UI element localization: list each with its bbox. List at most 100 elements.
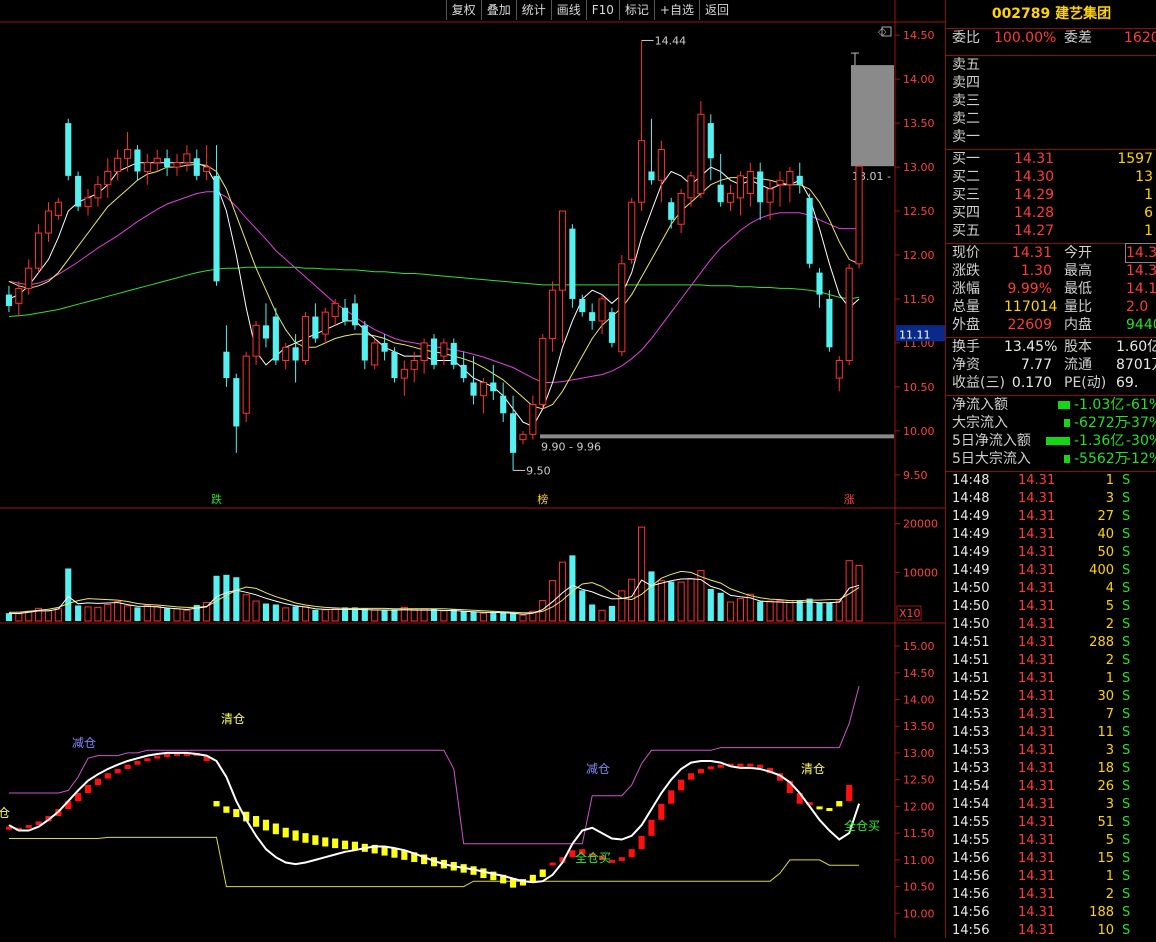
toolbar-button[interactable]: 统计	[515, 0, 551, 20]
indicator-bar	[678, 779, 685, 791]
indicator-bar	[836, 801, 843, 807]
volume-bar-down	[361, 608, 368, 621]
toolbar-button[interactable]: 画线	[550, 0, 586, 20]
tick-list[interactable]: 14:48 14.31 1 S 14:48 14.31 3 S 14:49 14.31 27 S 14:…	[946, 472, 1156, 938]
stock-title[interactable]: 002789 建艺集团	[946, 0, 1156, 29]
indicator-bar	[737, 763, 744, 767]
volume-bar-down	[391, 609, 398, 621]
tick-row[interactable]: 14:56 14.31 2 S	[946, 886, 1156, 904]
tick-side: S	[1122, 725, 1131, 740]
buy-row[interactable]: 买五 14.27 1	[946, 222, 1156, 240]
candle-body-up	[104, 170, 112, 186]
flow-label: 大宗流入	[952, 415, 1008, 431]
candle-body-up	[845, 267, 853, 362]
tick-row[interactable]: 14:56 14.31 188 S	[946, 904, 1156, 922]
volume-bar-up	[598, 609, 606, 622]
flow-label: 5日大宗流入	[952, 451, 1031, 467]
tick-row[interactable]: 14:51 14.31 1 S	[946, 670, 1156, 688]
tick-row[interactable]: 14:53 14.31 7 S	[946, 706, 1156, 724]
event-marker: 涨	[844, 493, 855, 506]
tick-row[interactable]: 14:56 14.31 1 S	[946, 868, 1156, 886]
buy-row[interactable]: 买三 14.29 1	[946, 186, 1156, 204]
tick-row[interactable]: 14:49 14.31 40 S	[946, 526, 1156, 544]
chart-area[interactable]: 复权 叠加 统计 画线 F10 标记 +自选 返回 14.50 14.00 13.50 13.00 1…	[0, 0, 945, 938]
volume-bar-up	[519, 614, 527, 622]
indicator-bar	[668, 790, 675, 804]
volume-bar-down	[65, 568, 72, 621]
candle-body-up	[776, 179, 784, 186]
sell-level-label: 卖三	[952, 93, 980, 109]
indicator-bar	[658, 803, 665, 820]
tick-row[interactable]: 14:48 14.31 3 S	[946, 490, 1156, 508]
tick-row[interactable]: 14:54 14.31 26 S	[946, 778, 1156, 796]
tick-row[interactable]: 14:53 14.31 3 S	[946, 742, 1156, 760]
tick-side: S	[1122, 923, 1131, 938]
tick-price: 14.31	[1018, 725, 1056, 740]
tick-price: 14.31	[1018, 545, 1056, 560]
candle-body-up	[242, 355, 250, 414]
tick-volume: 15	[1097, 851, 1114, 866]
tick-row[interactable]: 14:50 14.31 2 S	[946, 616, 1156, 634]
tick-row[interactable]: 14:51 14.31 2 S	[946, 652, 1156, 670]
indicator-bar	[302, 833, 309, 843]
price-tick-label: 12.50	[903, 205, 935, 218]
toolbar-button[interactable]: 叠加	[480, 0, 516, 20]
volume-bar-down	[292, 606, 299, 621]
candle-body-down	[430, 338, 438, 365]
limit-range-box	[851, 65, 894, 167]
toolbar-button[interactable]: +自选	[653, 0, 699, 20]
tick-side: S	[1122, 635, 1131, 650]
toolbar-button[interactable]: F10	[585, 0, 619, 20]
tick-time: 14:49	[952, 545, 990, 560]
volume-bar-up	[726, 601, 735, 622]
tick-row[interactable]: 14:49 14.31 400 S	[946, 562, 1156, 580]
buy-row[interactable]: 买一 14.31 1597	[946, 150, 1156, 168]
toolbar-button[interactable]: 复权	[445, 0, 481, 20]
flow-bar	[1046, 437, 1070, 445]
tick-volume: 400	[1089, 563, 1114, 578]
indicator-bar	[312, 835, 319, 845]
tick-price: 14.31	[1018, 743, 1056, 758]
tick-volume: 26	[1097, 779, 1114, 794]
tick-time: 14:49	[952, 563, 990, 578]
tick-row[interactable]: 14:55 14.31 51 S	[946, 814, 1156, 832]
tick-side: S	[1122, 617, 1131, 632]
buy-row[interactable]: 买二 14.30 13	[946, 168, 1156, 186]
buy-volume: 1597	[1117, 151, 1153, 167]
tick-time: 14:53	[952, 725, 990, 740]
tick-row[interactable]: 14:50 14.31 4 S	[946, 580, 1156, 598]
tick-row[interactable]: 14:54 14.31 3 S	[946, 796, 1156, 814]
tick-volume: 1	[1105, 671, 1114, 686]
tick-row[interactable]: 14:56 14.31 10 S	[946, 922, 1156, 938]
sell-level-label: 卖五	[952, 57, 980, 73]
toolbar-button[interactable]: 返回	[698, 0, 734, 20]
indicator-tick-label: 14.50	[903, 667, 935, 680]
tick-row[interactable]: 14:49 14.31 50 S	[946, 544, 1156, 562]
tick-row[interactable]: 14:51 14.31 288 S	[946, 634, 1156, 652]
tick-time: 14:51	[952, 653, 990, 668]
buy-row[interactable]: 买四 14.28 6	[946, 204, 1156, 222]
quote-label: 内盘	[1064, 317, 1092, 333]
toolbar-button[interactable]: 标记	[618, 0, 654, 20]
tick-row[interactable]: 14:49 14.31 27 S	[946, 508, 1156, 526]
tick-row[interactable]: 14:50 14.31 5 S	[946, 598, 1156, 616]
volume-bar-down	[75, 605, 82, 621]
volume-bar-up	[183, 609, 191, 622]
price-tick-label: 10.50	[903, 381, 935, 394]
tick-row[interactable]: 14:53 14.31 18 S	[946, 760, 1156, 778]
tick-row[interactable]: 14:53 14.31 11 S	[946, 724, 1156, 742]
flow-row: 净流入额 -1.03亿-61%	[946, 396, 1156, 414]
tick-row[interactable]: 14:52 14.31 30 S	[946, 688, 1156, 706]
tick-time: 14:55	[952, 833, 990, 848]
volume-bar-down	[648, 571, 655, 621]
kline-chart[interactable]: 14.50 14.00 13.50 13.00 12.50 12.00 11.50 11.00…	[0, 0, 945, 938]
indicator-bar	[104, 773, 111, 779]
tick-price: 14.31	[1018, 563, 1056, 578]
tick-row[interactable]: 14:48 14.31 1 S	[946, 472, 1156, 490]
tick-time: 14:55	[952, 815, 990, 830]
indicator-bar	[134, 760, 141, 765]
sell-level-label: 卖一	[952, 129, 980, 145]
tick-row[interactable]: 14:55 14.31 5 S	[946, 832, 1156, 850]
tick-row[interactable]: 14:56 14.31 15 S	[946, 850, 1156, 868]
tick-price: 14.31	[1018, 689, 1056, 704]
